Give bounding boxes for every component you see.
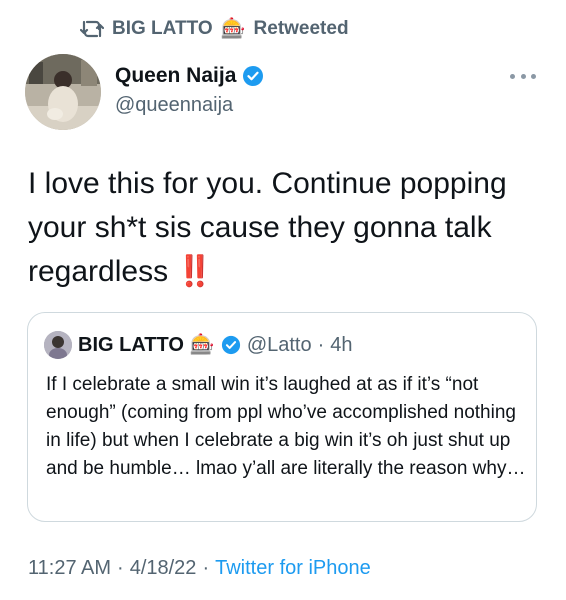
more-options-icon[interactable] — [510, 68, 536, 84]
author-name[interactable]: Queen Naija — [115, 64, 236, 88]
quoted-tweet-card[interactable]: BIG LATTO 🎰 @Latto · 4h If I celebrate a… — [27, 312, 537, 522]
avatar-image — [25, 54, 101, 130]
verified-badge-icon — [243, 66, 264, 86]
retweeted-label: Retweeted — [253, 18, 349, 39]
author-handle[interactable]: @queennaija — [115, 94, 264, 117]
meta-separator: · — [317, 333, 325, 356]
verified-badge-icon — [221, 335, 240, 355]
retweet-context: BIG LATTO 🎰 Retweeted — [80, 14, 349, 44]
tweet-source-link[interactable]: Twitter for iPhone — [215, 557, 371, 580]
tweet-text: I love this for you. Continue popping yo… — [28, 167, 507, 288]
quoted-tweet-text: If I celebrate a small win it’s laughed … — [46, 374, 526, 479]
avatar[interactable] — [25, 54, 101, 130]
quote-author-handle: @Latto — [246, 333, 312, 356]
tweet-timestamp: 11:27 AM · 4/18/22 · Twitter for iPhone — [28, 557, 371, 580]
quoted-tweet-header: BIG LATTO 🎰 @Latto · 4h — [44, 331, 353, 359]
quote-time: 4h — [330, 333, 353, 356]
slot-machine-emoji: 🎰 — [220, 18, 246, 40]
quote-author-name: BIG LATTO — [78, 333, 184, 356]
meta-separator: · — [202, 557, 210, 579]
slot-machine-emoji: 🎰 — [189, 334, 215, 356]
retweet-icon — [80, 20, 104, 38]
retweeter-name[interactable]: BIG LATTO — [112, 18, 213, 40]
tweet-date[interactable]: 4/18/22 — [130, 557, 197, 580]
quote-avatar — [44, 331, 72, 359]
tweet-body: I love this for you. Continue popping yo… — [28, 162, 548, 294]
double-exclamation-emoji: ‼️ — [176, 255, 213, 288]
tweet-author: Queen Naija @queennaija — [115, 62, 264, 117]
tweet-time[interactable]: 11:27 AM — [28, 557, 111, 580]
meta-separator: · — [117, 557, 124, 579]
